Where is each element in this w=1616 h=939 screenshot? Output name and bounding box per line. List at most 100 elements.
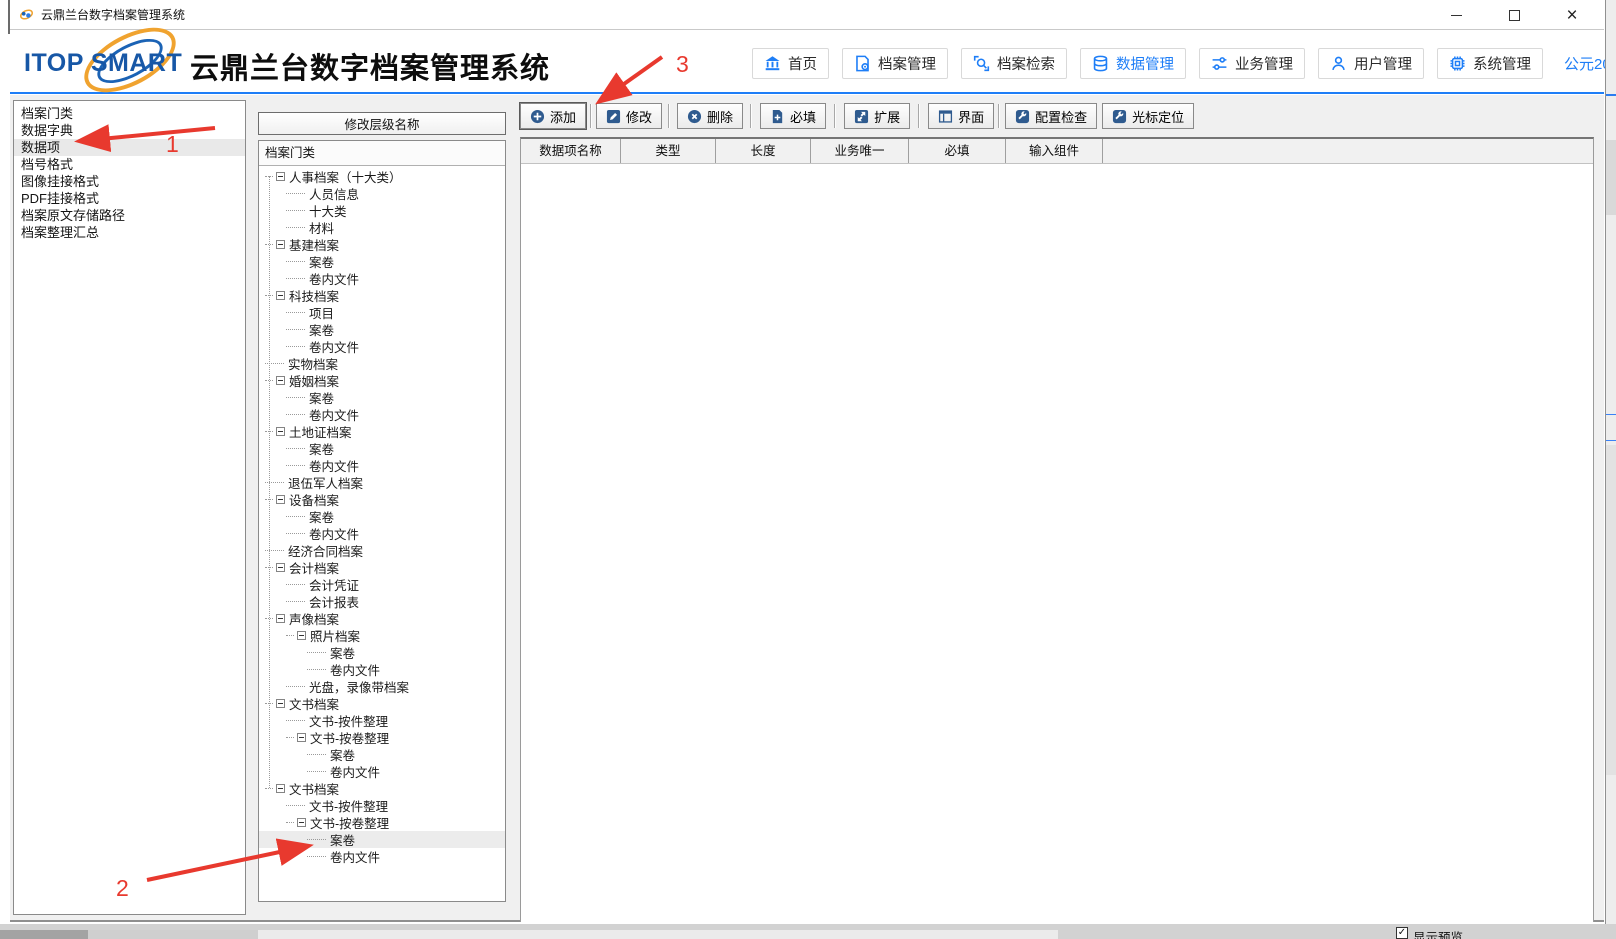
tree-node[interactable]: 卷内文件 xyxy=(259,848,505,865)
tree-node[interactable]: 文书-按件整理 xyxy=(259,797,505,814)
tree-node[interactable]: 文书-按件整理 xyxy=(259,712,505,729)
column-header-4[interactable]: 必填 xyxy=(909,139,1006,163)
nav-button-archive-search[interactable]: 档案检索 xyxy=(961,48,1067,79)
tree-node[interactable]: 文书档案 xyxy=(259,695,505,712)
sidebar-item[interactable]: PDF挂接格式 xyxy=(14,190,245,207)
collapse-icon[interactable] xyxy=(276,376,285,385)
tree-node[interactable]: 照片档案 xyxy=(259,627,505,644)
tree-node[interactable]: 科技档案 xyxy=(259,287,505,304)
tree-node[interactable]: 案卷 xyxy=(259,389,505,406)
tree-node[interactable]: 卷内文件 xyxy=(259,661,505,678)
sidebar-item[interactable]: 档案原文存储路径 xyxy=(14,207,245,224)
tree-node[interactable]: 案卷 xyxy=(259,321,505,338)
tree-indent xyxy=(259,465,286,466)
tree-node[interactable]: 案卷 xyxy=(259,746,505,763)
collapse-icon[interactable] xyxy=(276,240,285,249)
collapse-icon[interactable] xyxy=(276,563,285,572)
column-header-0[interactable]: 数据项名称 xyxy=(521,139,621,163)
collapse-icon[interactable] xyxy=(297,631,306,640)
nav-button-archive-manage[interactable]: 档案管理 xyxy=(842,48,948,79)
collapse-icon[interactable] xyxy=(276,784,285,793)
nav-button-label: 首页 xyxy=(788,53,817,74)
tree-node[interactable]: 会计报表 xyxy=(259,593,505,610)
nav-button-user[interactable]: 用户管理 xyxy=(1318,48,1424,79)
sidebar-item[interactable]: 数据字典 xyxy=(14,122,245,139)
main-content: 档案门类数据字典数据项档号格式图像挂接格式PDF挂接格式档案原文存储路径档案整理… xyxy=(10,95,1604,922)
maximize-button[interactable] xyxy=(1500,2,1528,28)
tree-node[interactable]: 项目 xyxy=(259,304,505,321)
tree-indent xyxy=(259,737,286,738)
tree-node[interactable]: 文书-按卷整理 xyxy=(259,814,505,831)
sidebar-item[interactable]: 档案门类 xyxy=(14,105,245,122)
column-header-5[interactable]: 输入组件 xyxy=(1006,139,1103,163)
minimize-button[interactable] xyxy=(1442,2,1470,28)
add-icon xyxy=(530,109,545,124)
window-controls: × xyxy=(1442,0,1586,30)
toolbar-button-config-check[interactable]: 配置检查 xyxy=(1005,103,1097,129)
tree-node[interactable]: 卷内文件 xyxy=(259,338,505,355)
background-artifact xyxy=(1606,414,1616,415)
tree-node[interactable]: 实物档案 xyxy=(259,355,505,372)
column-header-1[interactable]: 类型 xyxy=(621,139,716,163)
tree-node[interactable]: 土地证档案 xyxy=(259,423,505,440)
collapse-icon[interactable] xyxy=(297,818,306,827)
tree-node[interactable]: 案卷 xyxy=(259,253,505,270)
nav-button-home[interactable]: 首页 xyxy=(752,48,829,79)
toolbar-button-edit[interactable]: 修改 xyxy=(596,103,662,129)
tree-node[interactable]: 案卷 xyxy=(259,644,505,661)
tree-node[interactable]: 人员信息 xyxy=(259,185,505,202)
toolbar-button-ui[interactable]: 界面 xyxy=(928,103,994,129)
tree-node[interactable]: 声像档案 xyxy=(259,610,505,627)
collapse-icon[interactable] xyxy=(276,614,285,623)
collapse-icon[interactable] xyxy=(276,427,285,436)
collapse-icon[interactable] xyxy=(276,699,285,708)
maximize-icon xyxy=(1509,10,1520,21)
checkbox-checked-icon[interactable]: ✓ xyxy=(1396,927,1408,939)
tree-node[interactable]: 文书档案 xyxy=(259,780,505,797)
toolbar-button-extend[interactable]: 扩展 xyxy=(844,103,910,129)
sidebar-item[interactable]: 档案整理汇总 xyxy=(14,224,245,241)
tree-node[interactable]: 卷内文件 xyxy=(259,457,505,474)
tree-node[interactable]: 会计凭证 xyxy=(259,576,505,593)
collapse-icon[interactable] xyxy=(297,733,306,742)
tree-node[interactable]: 会计档案 xyxy=(259,559,505,576)
tree-node[interactable]: 案卷 xyxy=(259,440,505,457)
tree-node[interactable]: 案卷 xyxy=(259,508,505,525)
column-header-2[interactable]: 长度 xyxy=(716,139,811,163)
collapse-icon[interactable] xyxy=(276,291,285,300)
toolbar-separator xyxy=(918,104,920,128)
tree-node[interactable]: 婚姻档案 xyxy=(259,372,505,389)
tree-node[interactable]: 人事档案（十大类） xyxy=(259,168,505,185)
toolbar-button-required[interactable]: 必填 xyxy=(760,103,826,129)
tree-node[interactable]: 基建档案 xyxy=(259,236,505,253)
nav-button-business[interactable]: 业务管理 xyxy=(1199,48,1305,79)
tree-node[interactable]: 材料 xyxy=(259,219,505,236)
toolbar-button-cursor-locate[interactable]: 光标定位 xyxy=(1102,103,1194,129)
tree-node[interactable]: 卷内文件 xyxy=(259,406,505,423)
tree-node[interactable]: 十大类 xyxy=(259,202,505,219)
sidebar-item[interactable]: 图像挂接格式 xyxy=(14,173,245,190)
tree-node[interactable]: 文书-按卷整理 xyxy=(259,729,505,746)
tree-node[interactable]: 卷内文件 xyxy=(259,525,505,542)
sidebar-item[interactable]: 档号格式 xyxy=(14,156,245,173)
collapse-icon[interactable] xyxy=(276,495,285,504)
tree-node[interactable]: 光盘，录像带档案 xyxy=(259,678,505,695)
nav-button-label: 用户管理 xyxy=(1354,53,1412,74)
toolbar-button-label: 配置检查 xyxy=(1035,107,1087,126)
tree-node[interactable]: 设备档案 xyxy=(259,491,505,508)
toolbar-button-add[interactable]: 添加 xyxy=(520,103,586,129)
tree-node[interactable]: 案卷 xyxy=(259,831,505,848)
column-header-3[interactable]: 业务唯一 xyxy=(811,139,909,163)
rename-level-button[interactable]: 修改层级名称 xyxy=(258,112,506,135)
tree-node[interactable]: 卷内文件 xyxy=(259,270,505,287)
sidebar-item[interactable]: 数据项 xyxy=(14,139,245,156)
close-button[interactable]: × xyxy=(1558,2,1586,28)
collapse-icon[interactable] xyxy=(276,172,285,181)
tree-node[interactable]: 卷内文件 xyxy=(259,763,505,780)
nav-button-database[interactable]: 数据管理 xyxy=(1080,48,1186,79)
toolbar-button-delete[interactable]: 删除 xyxy=(677,103,743,129)
tree-node[interactable]: 退伍军人档案 xyxy=(259,474,505,491)
tree-node[interactable]: 经济合同档案 xyxy=(259,542,505,559)
tree-indent xyxy=(259,210,286,211)
nav-button-system[interactable]: 系统管理 xyxy=(1437,48,1543,79)
